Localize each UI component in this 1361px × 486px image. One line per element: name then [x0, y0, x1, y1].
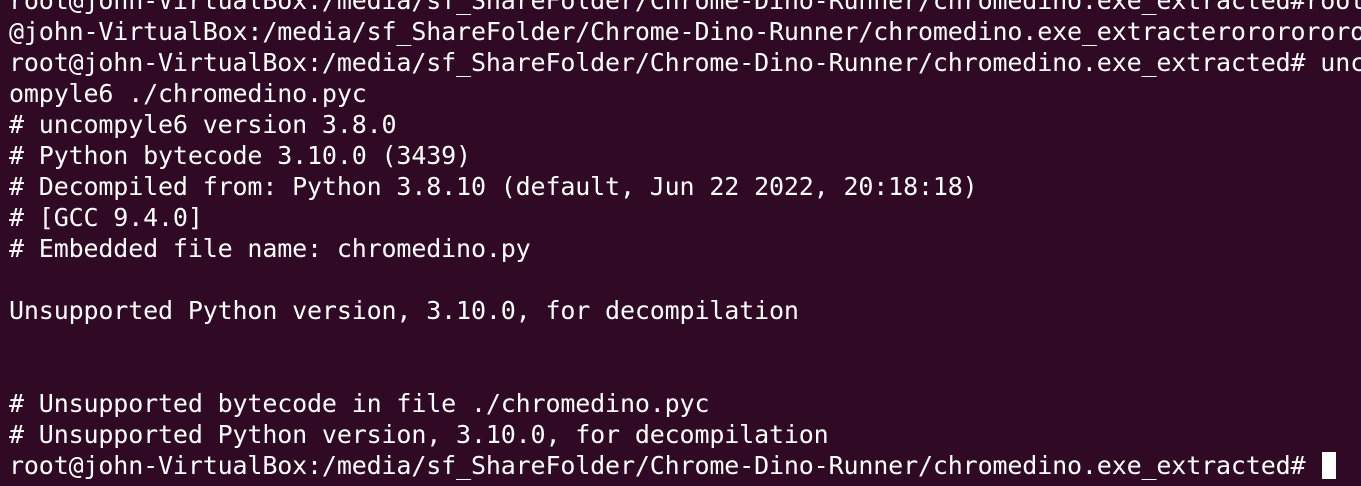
prompt-line[interactable]: root@john-VirtualBox:/media/sf_ShareFold… [9, 450, 1361, 481]
terminal-line: # Unsupported Python version, 3.10.0, fo… [9, 420, 829, 449]
terminal-line: # Python bytecode 3.10.0 (3439) [9, 141, 471, 170]
terminal-line: # Embedded file name: chromedino.py [9, 234, 531, 263]
terminal-line: ompyle6 ./chromedino.pyc [9, 79, 367, 108]
terminal-line: # [GCC 9.4.0] [9, 203, 203, 232]
shell-prompt: root@john-VirtualBox:/media/sf_ShareFold… [9, 451, 1321, 480]
terminal-output: root@john-VirtualBox:/media/sf_ShareFold… [9, 0, 1361, 481]
terminal-line: # Decompiled from: Python 3.8.10 (defaul… [9, 172, 978, 201]
terminal-line: @john-VirtualBox:/media/sf_ShareFolder/C… [9, 17, 1361, 46]
terminal-line: # Unsupported bytecode in file ./chromed… [9, 389, 710, 418]
terminal-line: Unsupported Python version, 3.10.0, for … [9, 296, 799, 325]
terminal-line: # uncompyle6 version 3.8.0 [9, 110, 397, 139]
text-cursor [1322, 452, 1337, 479]
terminal-line: root@john-VirtualBox:/media/sf_ShareFold… [9, 0, 1361, 15]
terminal-window[interactable]: root@john-VirtualBox:/media/sf_ShareFold… [0, 0, 1361, 486]
terminal-line: root@john-VirtualBox:/media/sf_ShareFold… [9, 48, 1361, 77]
